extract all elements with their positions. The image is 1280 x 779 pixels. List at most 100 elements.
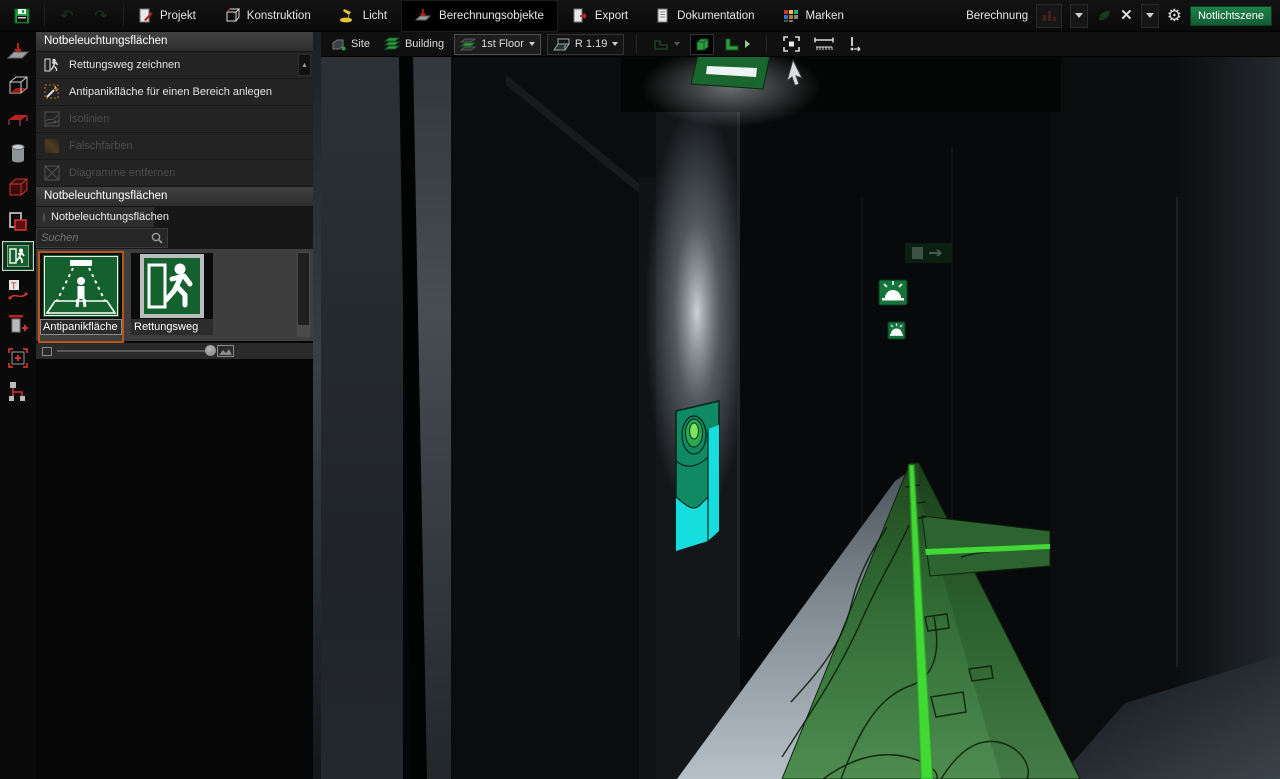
rail-text-spline[interactable]: T [3,276,33,304]
view-plan-button[interactable] [720,35,754,54]
rail-calculation-cube[interactable] [3,174,33,202]
scene-render [321,57,1280,779]
tab-label: Dokumentation [677,10,754,22]
storey-visibility-button[interactable] [649,35,684,53]
construction-icon [224,8,240,24]
search-row [36,227,313,249]
gear-icon: ⚙ [1167,6,1182,25]
radio-icon [43,213,45,222]
tool-list: Rettungsweg zeichnen ▲ Antipanikfläche f… [36,52,313,187]
zoom-fit-button[interactable] [779,34,804,54]
tool-draw-escape-route[interactable]: Rettungsweg zeichnen ▲ [36,52,313,79]
antipanic-area-icon [43,255,119,317]
redo-button[interactable]: ↷ [89,4,113,28]
brands-icon [783,8,799,24]
divider [766,35,767,53]
tool-create-antipanic-area[interactable]: Antipanikfläche für einen Bereich anlege… [36,79,313,106]
measure-icon [814,36,834,52]
view-3d-button[interactable] [690,34,714,55]
rail-calculation-room[interactable] [3,72,33,100]
building-icon [384,37,400,51]
gallery-scrollbar[interactable] [297,252,310,337]
rail-calculation-areas[interactable] [3,208,33,236]
mode-tabs: Projekt Konstruktion Licht Berechnungsob… [124,0,858,32]
search-input[interactable] [37,232,150,244]
work-plane-icon [6,108,30,132]
chevron-down-icon [1146,13,1154,18]
site-button[interactable]: Site [327,36,374,53]
measure-horizontal-button[interactable] [810,34,838,54]
search-icon[interactable] [150,231,164,245]
room-dropdown[interactable]: R 1.19 [547,34,624,55]
tile-antipanic-area[interactable]: Antipanikfläche [40,253,122,341]
scroll-up-button[interactable]: ▲ [298,54,311,76]
project-icon [138,8,153,24]
panel-title: Notbeleuchtungsflächen [36,32,313,52]
rail-add-region[interactable] [3,344,33,372]
thumbnail-size-row [36,343,313,359]
tool-isolines[interactable]: Isolinien [36,106,313,133]
add-column-icon [6,312,30,336]
tab-marken[interactable]: Marken [769,0,858,32]
zoom-fit-icon [783,36,800,52]
wall-diagram [676,401,719,551]
close-icon: ✕ [1120,7,1133,24]
rail-calculation-cylinder[interactable] [3,140,33,168]
tab-export[interactable]: Export [558,0,642,32]
building-label: Building [405,38,444,50]
red-cube-icon [6,176,30,200]
measure-vertical-button[interactable] [844,34,866,54]
light-scene-badge[interactable]: Notlichtszene [1190,6,1272,26]
catalog-filter-row: Notbeleuchtungsflächen [36,207,313,227]
rail-add-column[interactable] [3,310,33,338]
panel-splitter[interactable] [313,32,321,779]
start-calculation-button[interactable] [1036,4,1062,28]
large-thumbnail-icon [217,345,234,357]
settings-button[interactable]: ⚙ [1167,7,1182,24]
tab-projekt[interactable]: Projekt [124,0,210,32]
rail-emergency-lighting[interactable] [3,242,33,270]
cancel-calculation-button[interactable]: ✕ [1120,8,1133,23]
gallery-scrollbar-thumb[interactable] [298,253,309,325]
tab-dokumentation[interactable]: Dokumentation [642,0,768,32]
measure-vertical-icon [848,36,862,52]
eco-leaf-icon[interactable] [1096,9,1112,23]
cube-3d-icon [695,37,710,52]
false-colors-icon [44,138,60,154]
scroll-up-icon: ▲ [301,62,308,69]
tool-label: Rettungsweg zeichnen [69,59,180,71]
tab-berechnungsobjekte[interactable]: Berechnungsobjekte [401,0,558,32]
undo-button[interactable]: ↶ [55,4,79,28]
tab-licht[interactable]: Licht [325,0,401,32]
slider-knob[interactable] [205,345,216,356]
tab-label: Projekt [160,10,196,22]
tool-label: Isolinien [69,113,109,125]
cancel-dropdown[interactable] [1141,4,1159,28]
section-title: Notbeleuchtungsflächen [36,187,313,207]
thumbnail-size-slider[interactable] [57,350,212,352]
room-cube-icon [6,74,30,98]
calculation-chart-icon [1041,9,1057,23]
emergency-exit-icon [7,245,29,267]
catalog-radio[interactable]: Notbeleuchtungsflächen [36,207,154,227]
room-icon [553,38,570,51]
tab-label: Export [595,10,628,22]
tool-false-colors[interactable]: Falschfarben [36,133,313,160]
tile-escape-route[interactable]: Rettungsweg [131,253,213,341]
overlapping-areas-icon [6,210,30,234]
object-tree-icon [6,380,30,404]
isolines-icon [44,111,60,127]
rail-work-plane[interactable] [3,106,33,134]
calculation-dropdown[interactable] [1070,4,1088,28]
save-button[interactable] [10,4,34,28]
rail-calculation-surface[interactable] [3,38,33,66]
viewport-3d[interactable] [321,57,1280,779]
rail-object-tree[interactable] [3,378,33,406]
site-icon [331,38,346,51]
small-thumbnail-icon [42,347,52,356]
radio-label: Notbeleuchtungsflächen [51,211,169,223]
tool-remove-diagrams[interactable]: Diagramme entfernen [36,160,313,187]
tab-konstruktion[interactable]: Konstruktion [210,0,325,32]
building-button[interactable]: Building [380,35,448,53]
floor-dropdown[interactable]: 1st Floor [454,34,541,55]
